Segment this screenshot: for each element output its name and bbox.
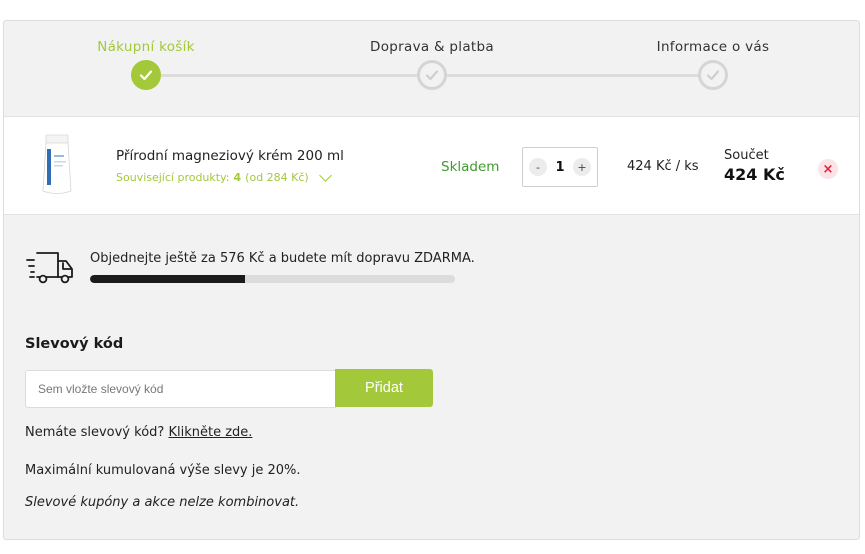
stock-status: Skladem — [441, 159, 500, 175]
max-discount-note: Maximální kumulovaná výše slevy je 20%. — [25, 463, 301, 478]
product-image[interactable] — [40, 133, 74, 197]
unit-price: 424 Kč / ks — [627, 159, 699, 174]
free-shipping-progress — [90, 275, 455, 283]
chevron-down-icon — [318, 168, 332, 182]
free-shipping-message: Objednejte ještě za 576 Kč a budete mít … — [90, 251, 475, 266]
related-products-price: (od 284 Kč) — [245, 171, 309, 184]
check-icon — [417, 60, 447, 90]
product-name[interactable]: Přírodní magneziový krém 200 ml — [116, 148, 344, 164]
quantity-decrease-button[interactable]: - — [529, 158, 547, 176]
add-discount-button[interactable]: Přidat — [335, 369, 433, 407]
quantity-stepper: - 1 + — [522, 147, 598, 187]
check-icon — [698, 60, 728, 90]
related-products-label: Související produkty: — [116, 171, 230, 184]
step-label: Informace o vás — [656, 39, 770, 55]
truck-icon — [26, 252, 73, 284]
no-combine-note: Slevové kupóny a akce nelze kombinovat. — [25, 495, 300, 510]
quantity-increase-button[interactable]: + — [572, 158, 591, 176]
close-icon[interactable]: × — [818, 159, 838, 179]
step-connector — [146, 74, 432, 77]
get-code-link[interactable]: Klikněte zde. — [168, 425, 252, 440]
sum-value: 424 Kč — [724, 165, 785, 184]
checkout-steps: Nákupní košík Doprava & platba Informace… — [4, 21, 861, 117]
check-icon — [131, 60, 161, 90]
no-code-question: Nemáte slevový kód? — [25, 425, 165, 440]
quantity-value[interactable]: 1 — [555, 160, 564, 175]
cart-item-row: Přírodní magneziový krém 200 ml Souvisej… — [4, 116, 859, 215]
cart-panel: Nákupní košík Doprava & platba Informace… — [3, 20, 860, 540]
free-shipping-progress-fill — [90, 275, 245, 283]
step-label: Doprava & platba — [370, 39, 494, 55]
step-label: Nákupní košík — [97, 39, 195, 55]
discount-code-input[interactable] — [25, 370, 336, 408]
step-connector — [432, 74, 717, 77]
related-products-count: 4 — [233, 171, 242, 184]
no-code-text: Nemáte slevový kód? Klikněte zde. — [25, 425, 252, 440]
sum-label: Součet — [724, 148, 769, 163]
related-products-toggle[interactable]: Související produkty: 4 (od 284 Kč) — [116, 168, 332, 184]
discount-title: Slevový kód — [25, 336, 124, 352]
